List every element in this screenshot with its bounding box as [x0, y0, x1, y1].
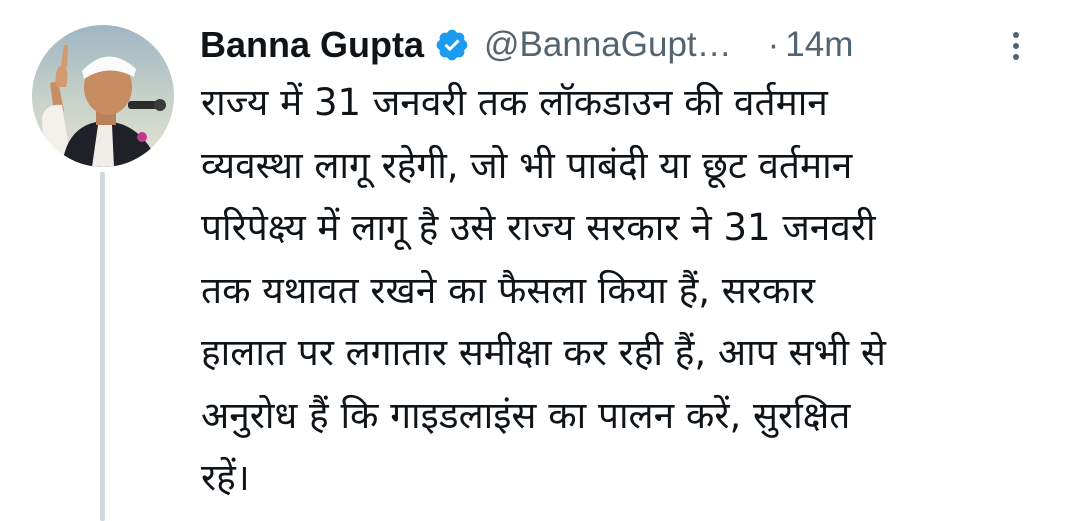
tweet-text-line: अनुरोध हैं कि गाइडलाइंस का पालन करें, सु…: [201, 393, 851, 437]
tweet-text-line: परिपेक्ष्य में लागू है उसे राज्य सरकार न…: [201, 206, 876, 249]
tweet-text-line: राज्य में 31 जनवरी तक लॉकडाउन की वर्तमान: [201, 81, 828, 124]
tweet-timestamp[interactable]: 14m: [785, 25, 853, 65]
tweet-body-text: राज्य में 31 जनवरी तक लॉकडाउन की वर्तमान…: [201, 72, 1051, 510]
tweet-text-line: रहें।: [201, 456, 250, 499]
author-display-name[interactable]: Banna Gupta: [200, 24, 424, 66]
tweet-header: Banna Gupta @BannaGupt… · 14m: [200, 18, 1040, 72]
tweet-card[interactable]: Banna Gupta @BannaGupt… · 14m राज्य में …: [0, 0, 1080, 521]
profile-photo: [32, 25, 174, 167]
tweet-text-line: हालात पर लगातार समीक्षा कर रही हैं, आप स…: [201, 331, 886, 374]
tweet-text-line: व्यवस्था लागू रहेगी, जो भी पाबंदी या छूट…: [201, 143, 853, 187]
author-handle[interactable]: @BannaGupt…: [484, 25, 732, 65]
separator-dot: ·: [767, 25, 780, 64]
tweet-text-line: तक यथावत रखने का फैसला किया हैं, सरकार: [201, 268, 816, 312]
more-vertical-icon[interactable]: [1004, 24, 1028, 68]
verified-badge-icon: [434, 27, 470, 63]
avatar[interactable]: [32, 25, 174, 167]
thread-connector-line: [100, 172, 105, 521]
